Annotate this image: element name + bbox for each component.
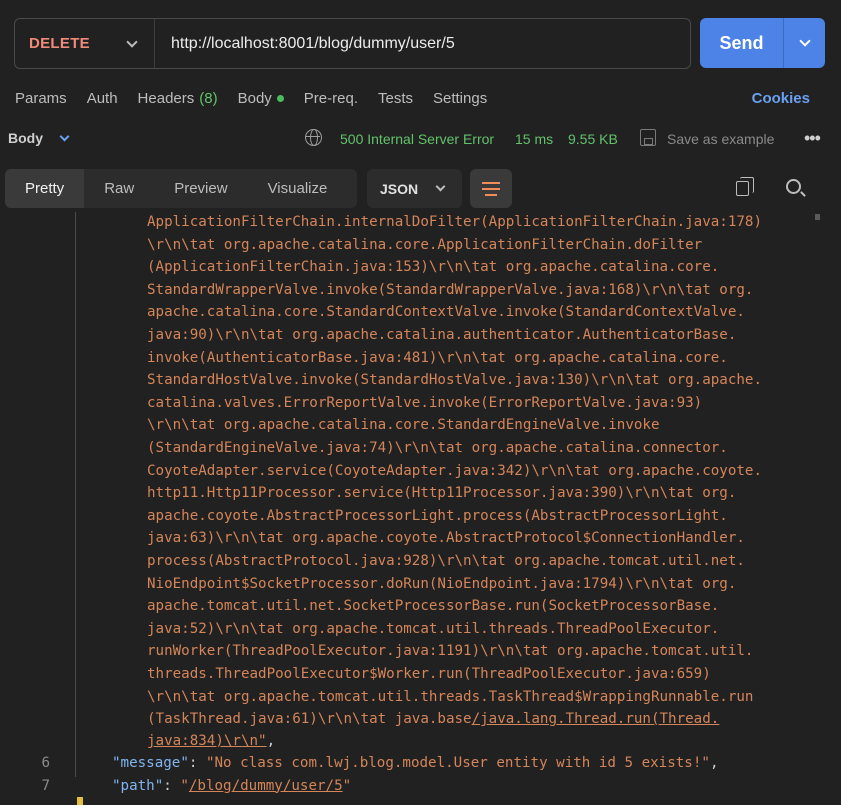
json-line: "message": "No class com.lwj.blog.model.… (112, 752, 718, 775)
wrap-lines-icon (482, 181, 500, 184)
body-indicator-dot (276, 94, 284, 102)
code-line: java:90)\r\n\tat org.apache.catalina.aut… (147, 327, 737, 343)
method-label: DELETE (29, 35, 90, 52)
tab-preview[interactable]: Preview (154, 169, 247, 208)
code-line: threads.ThreadPoolExecutor$Worker.run(Th… (147, 666, 711, 682)
tab-headers-label: Headers (137, 89, 195, 107)
json-key: "path" (112, 777, 164, 794)
chevron-down-icon (798, 35, 811, 47)
indent-guide (75, 212, 76, 777)
code-line: java:52)\r\n\tat org.apache.tomcat.util.… (147, 620, 720, 637)
code-line: runWorker(ThreadPoolExecutor.java:1191)\… (147, 643, 754, 660)
send-button[interactable]: Send (700, 18, 784, 68)
tab-pretty[interactable]: Pretty (5, 169, 85, 208)
json-line: "path": "/blog/dummy/user/5" (112, 775, 351, 798)
tab-prereq[interactable]: Pre-req. (304, 90, 358, 107)
code-line: \r\n\tat org.apache.catalina.core.Applic… (147, 236, 703, 253)
code-line: StandardHostValve.invoke(StandardHostVal… (147, 372, 762, 389)
request-tabs: Params Auth Headers (8) Body Pre-req. Te… (15, 88, 826, 108)
format-select[interactable]: JSON (367, 169, 462, 208)
search-icon[interactable] (786, 179, 801, 194)
tab-raw[interactable]: Raw (84, 169, 154, 208)
format-label: JSON (380, 180, 419, 197)
code-line: (StandardEngineValve.java:74)\r\n\tat or… (147, 440, 728, 456)
response-size[interactable]: 9.55 KB (568, 131, 618, 147)
code-line: process(AbstractProtocol.java:928)\r\n\t… (147, 553, 745, 569)
link-text[interactable]: /blog/dummy/user/5 (189, 778, 343, 794)
save-icon (640, 129, 656, 146)
bracket-marker (77, 797, 83, 805)
response-body-label: Body (8, 130, 43, 146)
code-line: StandardWrapperValve.invoke(StandardWrap… (147, 281, 754, 298)
send-button-group: Send (700, 18, 825, 68)
code-line: (TaskThread.java:61)\r\n\tat java.base/j… (147, 711, 720, 728)
code-line: apache.coyote.AbstractProcessorLight.pro… (147, 507, 728, 524)
punctuation: , (266, 733, 276, 749)
tab-visualize[interactable]: Visualize (248, 169, 348, 208)
chevron-down-icon (435, 181, 446, 192)
copy-icon[interactable] (736, 177, 754, 196)
punctuation: , (709, 755, 719, 771)
response-time[interactable]: 15 ms (515, 131, 553, 147)
cookies-link[interactable]: Cookies (752, 90, 810, 107)
wrap-lines-button[interactable] (470, 169, 512, 208)
method-select[interactable]: DELETE (15, 19, 155, 68)
line-number: 6 (41, 755, 50, 771)
code-line: apache.tomcat.util.net.SocketProcessorBa… (147, 598, 720, 615)
chevron-down-icon (59, 131, 70, 141)
scrollbar-thumb[interactable] (815, 214, 820, 220)
link-text[interactable]: java:834)\r\n" (147, 733, 267, 749)
code-line: invoke(AuthenticatorBase.java:481)\r\n\t… (147, 349, 728, 366)
view-tabs: Pretty Raw Preview Visualize (5, 169, 357, 208)
code-line: \r\n\tat org.apache.catalina.core.Standa… (147, 417, 660, 434)
json-value: "No class com.lwj.blog.model.User entity… (205, 755, 710, 771)
code-line: java:63)\r\n\tat org.apache.coyote.Abstr… (147, 530, 745, 547)
tab-tests[interactable]: Tests (378, 90, 413, 107)
code-line: CoyoteAdapter.service(CoyoteAdapter.java… (147, 462, 762, 479)
code-line: java:834)\r\n", (147, 730, 275, 753)
json-value: "/blog/dummy/user/5" (180, 777, 352, 794)
code-line: (ApplicationFilterChain.java:153)\r\n\ta… (147, 259, 720, 276)
code-line: apache.catalina.core.StandardContextValv… (147, 304, 745, 321)
code-line: ApplicationFilterChain.internalDoFilter(… (147, 214, 762, 230)
response-body-dropdown[interactable]: Body (8, 130, 70, 146)
punctuation: : (188, 755, 206, 771)
chevron-down-icon (126, 35, 138, 48)
line-number: 7 (41, 777, 50, 794)
status-code[interactable]: 500 Internal Server Error (340, 131, 494, 147)
response-body-viewer[interactable]: ApplicationFilterChain.internalDoFilter(… (0, 212, 841, 805)
tab-params[interactable]: Params (15, 90, 67, 107)
tab-settings[interactable]: Settings (433, 90, 487, 107)
json-key: "message" (112, 755, 189, 771)
tab-body-label: Body (237, 89, 272, 107)
code-line: NioEndpoint$SocketProcessor.doRun(NioEnd… (147, 575, 737, 592)
more-options-button[interactable]: ••• (804, 128, 821, 149)
save-as-example-button[interactable]: Save as example (667, 131, 774, 147)
globe-icon[interactable] (305, 129, 322, 146)
headers-count: (8) (199, 89, 218, 107)
code-line: \r\n\tat org.apache.tomcat.util.threads.… (147, 688, 754, 705)
send-options-button[interactable] (784, 18, 825, 68)
code-line: http11.Http11Processor.service(Http11Pro… (147, 485, 737, 502)
tab-auth[interactable]: Auth (87, 90, 118, 107)
url-input[interactable] (155, 19, 690, 68)
request-bar: DELETE (14, 18, 691, 69)
code-line: catalina.valves.ErrorReportValve.invoke(… (147, 394, 703, 411)
punctuation: : (163, 777, 181, 794)
tab-headers[interactable]: Headers (8) (138, 90, 218, 107)
link-text[interactable]: /java.lang.Thread.run(Thread. (472, 711, 720, 727)
tab-body[interactable]: Body (238, 90, 284, 107)
response-meta-bar: Body 500 Internal Server Error 15 ms 9.5… (0, 128, 841, 150)
